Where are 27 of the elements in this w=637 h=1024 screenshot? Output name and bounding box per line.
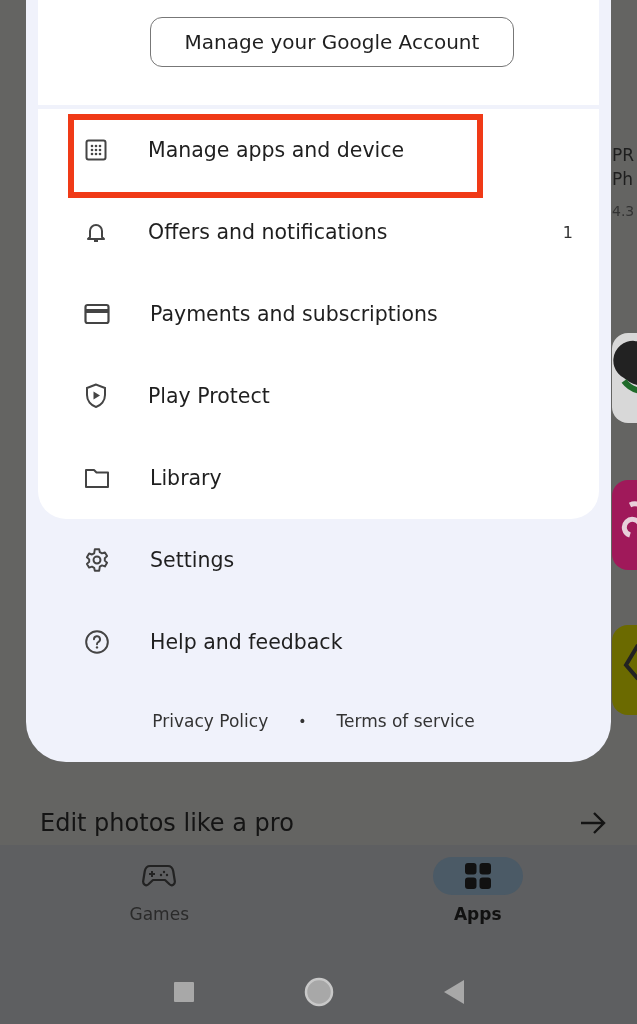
section-title: Edit photos like a pro: [40, 808, 295, 837]
help-icon: [84, 629, 110, 655]
menu-item[interactable]: Help and feedback: [38, 601, 599, 683]
cut-text: PR: [612, 144, 636, 167]
footer-link[interactable]: Terms of service: [336, 711, 475, 731]
settings-icon: [84, 547, 110, 573]
gamepad-icon: [142, 863, 177, 889]
folder-icon: [84, 467, 110, 489]
footer-link[interactable]: Privacy Policy: [152, 711, 269, 731]
cut-text: Ph: [612, 168, 635, 191]
menu-item[interactable]: Manage apps and device: [38, 109, 599, 191]
menu-item[interactable]: Library: [38, 437, 599, 519]
home-nav-icon[interactable]: [303, 977, 334, 1007]
separator-dot: •: [298, 713, 307, 729]
arrow-right-icon[interactable]: [579, 810, 607, 835]
manage-account-button[interactable]: Manage your Google Account: [150, 17, 514, 67]
menu-item[interactable]: Settings: [38, 519, 599, 601]
apps-icon: [463, 862, 492, 890]
menu-item[interactable]: Payments and subscriptions: [38, 273, 599, 355]
card-icon: [84, 303, 110, 325]
menu-item[interactable]: Play Protect: [38, 355, 599, 437]
notification-count: 1: [562, 222, 573, 242]
back-nav-icon[interactable]: [443, 980, 464, 1004]
grid-icon: [84, 138, 108, 162]
menu-item[interactable]: Offers and notifications 1: [38, 191, 599, 273]
square-nav-icon[interactable]: [173, 982, 194, 1002]
shield-icon: [84, 383, 108, 409]
